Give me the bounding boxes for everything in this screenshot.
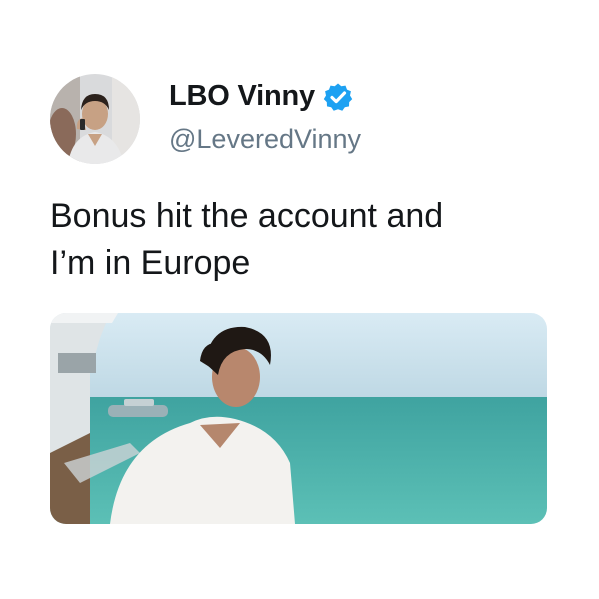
avatar-image: [50, 74, 140, 164]
display-name[interactable]: LBO Vinny: [169, 80, 315, 113]
author-row: LBO Vinny: [169, 80, 353, 113]
tweet-text: Bonus hit the account and I’m in Europe: [50, 193, 550, 287]
handle[interactable]: @LeveredVinny: [169, 124, 361, 155]
tweet-text-line: Bonus hit the account and: [50, 197, 444, 235]
yacht-photo: [50, 313, 547, 524]
verified-badge-icon: [323, 82, 353, 112]
avatar[interactable]: [50, 74, 140, 164]
tweet-media-photo[interactable]: [50, 313, 547, 524]
tweet-text-line: I’m in Europe: [50, 244, 251, 282]
